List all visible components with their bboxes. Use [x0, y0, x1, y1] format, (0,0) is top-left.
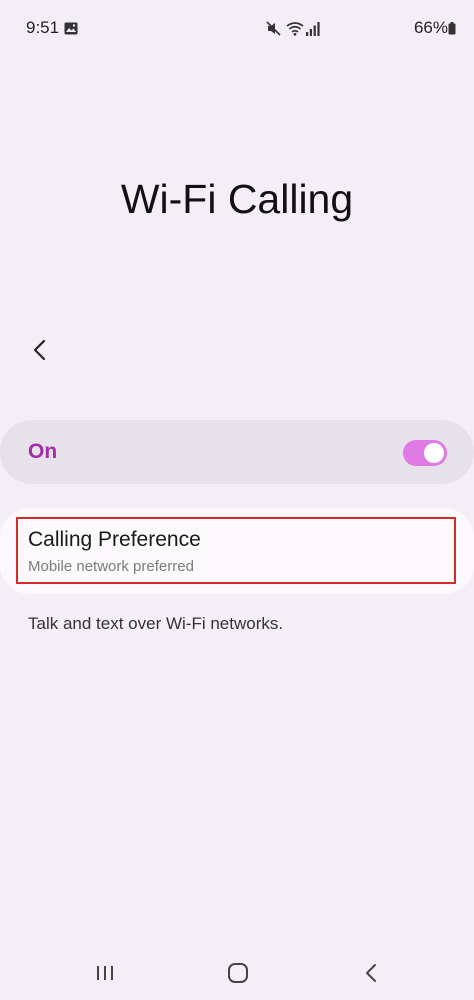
- battery-percent: 66%: [413, 18, 448, 37]
- signal-icon: [306, 22, 320, 36]
- battery-icon: [448, 22, 456, 35]
- nav-home-button[interactable]: [208, 945, 268, 1000]
- toggle-label: On: [28, 440, 58, 463]
- wifi-calling-toggle-row[interactable]: On: [0, 420, 474, 484]
- gallery-icon: [64, 22, 78, 35]
- calling-preference-subtitle: Mobile network preferred: [28, 558, 194, 575]
- switch-knob: [424, 443, 444, 463]
- status-icons: [266, 19, 356, 39]
- back-icon: [366, 963, 376, 982]
- nav-recents-button[interactable]: [75, 945, 135, 1000]
- back-button[interactable]: [22, 332, 58, 368]
- description-text: Talk and text over Wi-Fi networks.: [28, 614, 284, 633]
- chevron-left-icon: [33, 339, 46, 361]
- page-title: Wi-Fi Calling: [120, 176, 354, 222]
- home-icon: [228, 962, 248, 983]
- wifi-calling-switch[interactable]: [403, 440, 447, 466]
- calling-preference-title: Calling Preference: [28, 528, 201, 551]
- status-bar: 9:51 66%: [0, 0, 474, 58]
- wifi-calling-icon: [286, 22, 304, 36]
- status-time: 9:51: [26, 18, 60, 37]
- mute-icon: [266, 21, 281, 36]
- nav-back-button[interactable]: [341, 945, 401, 1000]
- recents-icon: [97, 965, 113, 980]
- navigation-bar: [0, 945, 474, 1000]
